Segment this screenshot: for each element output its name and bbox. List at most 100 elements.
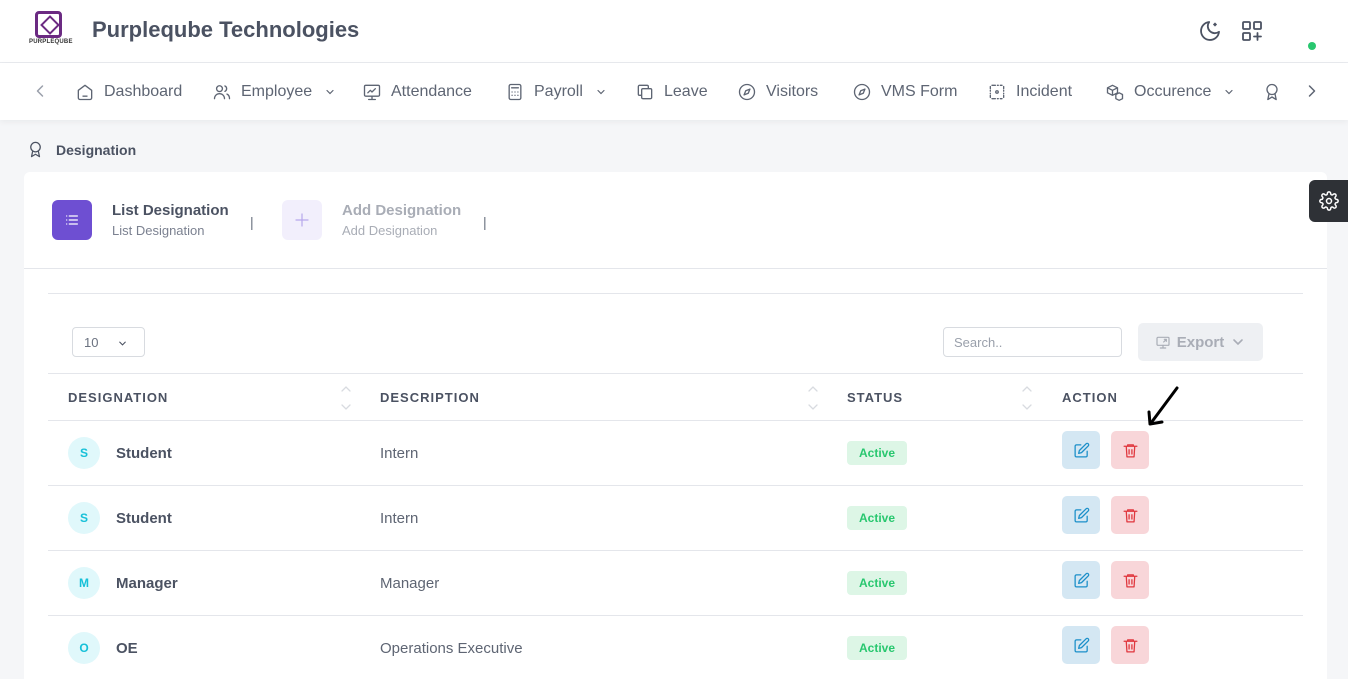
designation-description: Intern [380, 510, 419, 527]
edit-icon [1073, 572, 1089, 588]
designation-description: Manager [380, 575, 440, 592]
chevron-down-icon [597, 89, 605, 94]
status-badge: Active [847, 506, 907, 530]
designation-description: Intern [380, 445, 419, 462]
trash-icon [1122, 573, 1138, 588]
designation-description: Operations Executive [380, 640, 523, 657]
tab-subtitle: List Designation [112, 223, 205, 238]
tab-title: List Designation [112, 202, 229, 219]
edit-button[interactable] [1062, 431, 1100, 469]
status-badge: Active [847, 636, 907, 660]
apps-grid-add-icon[interactable] [1240, 19, 1264, 43]
nav-item-incident[interactable]: Incident [987, 63, 1072, 120]
avatar: S [68, 502, 100, 534]
nav-item-visitors[interactable]: Visitors [737, 63, 818, 120]
delete-button[interactable] [1111, 431, 1149, 469]
table-row: O OE Operations Executive Active [48, 616, 1303, 679]
nav-item-leave[interactable]: Leave [635, 63, 708, 120]
chevron-down-icon [119, 341, 126, 346]
nav-item-label: Employee [241, 82, 313, 100]
monitor-chart-icon [363, 84, 381, 100]
trash-icon [1122, 443, 1138, 458]
nav-item-attendance[interactable]: Attendance [362, 63, 472, 120]
delete-button[interactable] [1111, 561, 1149, 599]
tabs-row: List Designation List Designation | Add … [24, 172, 1327, 269]
avatar: O [68, 632, 100, 664]
delete-button[interactable] [1111, 496, 1149, 534]
edit-button[interactable] [1062, 561, 1100, 599]
edit-icon [1073, 442, 1089, 458]
designation-card: List Designation List Designation | Add … [24, 172, 1327, 679]
sort-icon[interactable] [1021, 384, 1033, 412]
nav-item-label: VMS Form [881, 82, 958, 100]
list-icon [66, 215, 78, 225]
tab-icon-box [52, 200, 92, 240]
designation-name: Student [116, 510, 172, 527]
page-length-value: 10 [84, 335, 99, 350]
status-badge: Active [847, 571, 907, 595]
nav-item-label: Visitors [766, 82, 819, 100]
nav-item-dashboard[interactable]: Dashboard [75, 63, 182, 120]
home-icon [77, 84, 93, 100]
delete-button[interactable] [1111, 626, 1149, 664]
tab-subtitle: Add Designation [342, 223, 438, 238]
sort-icon[interactable] [807, 384, 819, 412]
calculator-icon [508, 83, 522, 100]
chevron-down-icon [1233, 339, 1244, 346]
boxes-icon [1106, 84, 1124, 101]
compass-icon [738, 83, 756, 100]
sort-icon[interactable] [340, 384, 352, 412]
award-icon [1266, 83, 1278, 100]
logo-mark [35, 11, 62, 38]
edit-icon [1073, 637, 1089, 653]
nav-item-payroll[interactable]: Payroll [505, 63, 607, 120]
gear-icon [1318, 191, 1339, 211]
column-header-status[interactable]: STATUS [847, 390, 903, 405]
edit-button[interactable] [1062, 496, 1100, 534]
breadcrumb-label: Designation [56, 141, 137, 158]
nav-item-designation[interactable] [1262, 63, 1282, 120]
theme-settings-toggle[interactable] [1309, 180, 1348, 222]
trash-icon [1122, 638, 1138, 653]
compass-icon [853, 83, 871, 100]
nav-item-label: Attendance [391, 82, 472, 100]
tab-list-designation[interactable]: List Designation List Designation [52, 200, 229, 240]
app-logo[interactable]: PURPLEQUBE [29, 11, 73, 51]
table-header: DESIGNATION DESCRIPTION STATUS ACTION [48, 373, 1303, 421]
column-header-description[interactable]: DESCRIPTION [380, 390, 480, 405]
export-button[interactable]: Export [1138, 323, 1263, 361]
users-icon [213, 84, 231, 99]
nav-item-employee[interactable]: Employee [212, 63, 336, 120]
designation-name: OE [116, 640, 138, 657]
chevron-down-icon [326, 89, 334, 94]
designation-table-panel: 10 Export DESIGNATION DESCRIPTION STATUS… [48, 293, 1303, 679]
plus-icon [295, 213, 309, 227]
table-row: M Manager Manager Active [48, 551, 1303, 616]
page-length-select[interactable]: 10 [72, 327, 145, 357]
nav-item-label: Occurence [1134, 82, 1212, 100]
nav-item-occurence[interactable]: Occurence [1105, 63, 1235, 120]
nav-scroll-left-icon[interactable] [30, 81, 50, 101]
nav-item-label: Dashboard [104, 82, 183, 100]
logo-wordmark: PURPLEQUBE [29, 39, 73, 45]
award-icon [30, 141, 41, 158]
nav-scroll-right-icon[interactable] [1302, 81, 1322, 101]
annotation-arrow-icon [1147, 386, 1179, 426]
chevron-down-icon [1225, 89, 1233, 94]
column-header-designation[interactable]: DESIGNATION [68, 390, 168, 405]
column-header-action: ACTION [1062, 390, 1118, 405]
export-label: Export [1176, 333, 1225, 351]
tab-icon-box [282, 200, 322, 240]
edit-button[interactable] [1062, 626, 1100, 664]
search-input[interactable] [943, 327, 1122, 357]
trash-icon [1122, 508, 1138, 523]
table-row: S Student Intern Active [48, 486, 1303, 551]
designation-name: Student [116, 445, 172, 462]
moon-icon[interactable] [1198, 19, 1222, 43]
focus-icon [989, 84, 1005, 99]
copy-icon [637, 84, 653, 99]
top-header: PURPLEQUBE Purpleqube Technologies [0, 0, 1348, 63]
main-nav: Dashboard Employee Attendance Payroll Le… [0, 63, 1348, 120]
nav-item-vms-form[interactable]: VMS Form [852, 63, 957, 120]
tab-add-designation[interactable]: Add Designation Add Designation [282, 200, 461, 240]
